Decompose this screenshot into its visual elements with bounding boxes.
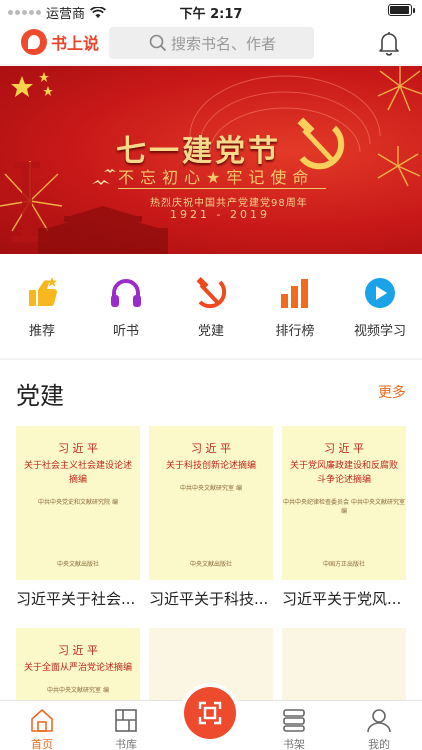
scan-button[interactable] (184, 687, 236, 739)
tab-library[interactable]: 书库 (96, 707, 156, 750)
section-title: 党建 (16, 382, 64, 410)
cover-editor: 中共中央纪律检查委员会 中共中央文献研究室 编 (283, 499, 405, 515)
nav-label: 党建 (197, 324, 224, 339)
nav-video-study[interactable]: 视频学习 (338, 276, 422, 339)
play-icon (365, 278, 395, 308)
search-input[interactable]: 搜索书名、作者 (109, 27, 314, 59)
cover-author: 习 近 平 (58, 442, 98, 455)
cover-author: 习 近 平 (324, 442, 364, 455)
bookshelf-icon (283, 709, 305, 732)
book-cover: 习 近 平 关于党风廉政建设和反腐败斗争论述摘编 中共中央纪律检查委员会 中共中… (282, 426, 406, 580)
banner-subtitle: 热烈庆祝中国共产党建党98周年 (150, 198, 308, 209)
library-icon (115, 709, 137, 732)
search-icon (149, 34, 167, 52)
battery-icon (388, 4, 415, 16)
cover-author: 习 近 平 (191, 442, 231, 455)
tab-label: 书库 (115, 738, 137, 750)
tab-bookshelf[interactable]: 书架 (264, 707, 324, 750)
cover-editor: 中共中央党史和文献研究院 编 (38, 499, 118, 506)
book-title: 习近平关于党风... (282, 590, 402, 608)
banner-slogan: 不忘初心★牢记使命 (118, 168, 315, 187)
headphones-icon (111, 279, 141, 307)
home-icon (31, 709, 53, 732)
cover-press: 中央文献出版社 (189, 561, 232, 568)
cover-editor: 中共中央文献研究室 编 (47, 687, 109, 694)
top-header: 书上说 搜索书名、作者 (0, 22, 422, 64)
book-card[interactable]: 习 近 平 关于科技创新论述摘编 中共中央文献研究室 编 中央文献出版社 习近平… (149, 426, 273, 609)
logo-mark-icon (21, 29, 47, 55)
logo-text: 书上说 (51, 34, 100, 53)
cover-editor: 中共中央文献研究室 编 (180, 485, 242, 492)
nav-label: 排行榜 (275, 324, 315, 339)
user-icon (367, 709, 391, 733)
book-card[interactable]: 习 近 平 关于党风廉政建设和反腐败斗争论述摘编 中共中央纪律检查委员会 中共中… (282, 426, 406, 609)
cover-author: 习 近 平 (58, 644, 98, 657)
cover-title: 关于党风廉政建设和反腐败斗争论述摘编 (289, 461, 398, 485)
book-cover: 习 近 平 关于科技创新论述摘编 中共中央文献研究室 编 中央文献出版社 (149, 426, 273, 580)
book-cover: 习 近 平 关于社会主义社会建设论述摘编 中共中央党史和文献研究院 编 中央文献… (16, 426, 140, 580)
hammer-sickle-icon (196, 276, 227, 309)
tab-label: 书架 (283, 738, 305, 750)
cover-title: 关于社会主义社会建设论述摘编 (23, 461, 132, 485)
party-section: 党建 更多 习 近 平 关于社会主义社会建设论述摘编 中共中央党史和文献研究院 … (0, 360, 422, 750)
tab-label: 我的 (368, 738, 390, 750)
bell-icon[interactable] (378, 30, 400, 56)
search-placeholder: 搜索书名、作者 (171, 34, 277, 53)
thumbs-up-icon (29, 277, 57, 307)
nav-label: 听书 (112, 324, 139, 339)
status-bar: 运营商 下午 2:17 (0, 0, 422, 22)
battery-level (390, 6, 409, 14)
scan-icon (198, 701, 222, 725)
bar-chart-icon (281, 279, 308, 308)
status-time: 下午 2:17 (179, 7, 243, 22)
banner-divider (118, 188, 326, 189)
category-nav: 推荐 听书 党建 排行榜 视频学习 (0, 254, 422, 358)
tab-label: 首页 (31, 738, 53, 750)
promo-banner[interactable]: 七一建党节 不忘初心★牢记使命 热烈庆祝中国共产党建党98周年 1921 - 2… (0, 66, 422, 254)
tab-profile[interactable]: 我的 (349, 707, 409, 750)
tab-home[interactable]: 首页 (12, 707, 72, 750)
book-title: 习近平关于科技... (149, 590, 269, 608)
cover-press: 中国方正出版社 (322, 561, 365, 568)
nav-audiobook[interactable]: 听书 (84, 276, 168, 339)
nav-party-building[interactable]: 党建 (169, 276, 253, 339)
book-card[interactable]: 习 近 平 关于社会主义社会建设论述摘编 中共中央党史和文献研究院 编 中央文献… (16, 426, 140, 609)
bottom-tab-bar: 首页 书库 书架 我的 (0, 687, 422, 750)
banner-years: 1921 - 2019 (170, 208, 270, 221)
app-logo[interactable]: 书上说 (21, 29, 99, 55)
cover-title: 关于全面从严治党论述摘编 (23, 663, 132, 673)
book-title: 习近平关于社会... (16, 590, 136, 608)
cover-title: 关于科技创新论述摘编 (165, 461, 256, 471)
nav-label: 推荐 (28, 324, 55, 339)
nav-label: 视频学习 (353, 324, 406, 339)
cover-press: 中央文献出版社 (56, 561, 99, 568)
nav-ranking[interactable]: 排行榜 (253, 276, 337, 339)
nav-recommend[interactable]: 推荐 (0, 276, 84, 339)
more-link[interactable]: 更多 (378, 382, 406, 402)
